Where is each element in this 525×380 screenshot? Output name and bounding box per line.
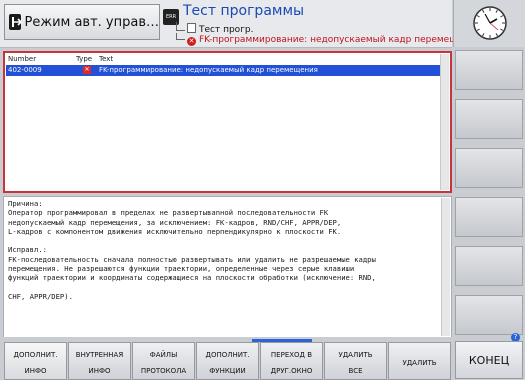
- softkey-line2: ВСЕ: [348, 367, 363, 375]
- control-screen: Режим авт. управ… ERR Тест программы Тес…: [0, 0, 525, 380]
- column-number: Number: [8, 55, 37, 63]
- info-scrollbar[interactable]: [441, 198, 450, 336]
- softkey-line2: ИНФО: [24, 367, 47, 375]
- vertical-softkey-bar: [453, 48, 525, 336]
- error-number: 402-0009: [8, 66, 42, 74]
- softkey-line1: ВНУТРЕННАЯ: [75, 351, 124, 359]
- error-text: FK-программирование: недопускаемый кадр …: [99, 66, 318, 74]
- table-row[interactable]: 402-0009 ✕ FK-программирование: недопуск…: [6, 65, 441, 76]
- softkey-line2: ДРУГ.ОКНО: [270, 367, 313, 375]
- exit-icon: [9, 14, 23, 30]
- table-scrollbar[interactable]: [440, 54, 449, 190]
- vertical-softkey-1[interactable]: [455, 50, 523, 90]
- mode-label: Режим авт. управ…: [24, 14, 159, 30]
- softkey-internal-info[interactable]: ВНУТРЕННАЯ ИНФО: [68, 342, 131, 380]
- softkey-line2: ФУНКЦИИ: [209, 367, 246, 375]
- tree-branch-icon: [176, 22, 185, 31]
- vertical-softkey-2[interactable]: [455, 99, 523, 139]
- status-header: Режим авт. управ… ERR Тест программы Тес…: [0, 0, 480, 48]
- error-icon: ✕: [187, 37, 196, 46]
- softkey-log-files[interactable]: ФАЙЛЫ ПРОТОКОЛА: [132, 342, 195, 380]
- softkey-line2: ИНФО: [88, 367, 111, 375]
- file-icon: [187, 23, 196, 33]
- clock-panel: [453, 0, 525, 47]
- column-type: Type: [76, 55, 93, 63]
- end-button[interactable]: КОНЕЦ: [455, 341, 523, 379]
- softkey-delete-all[interactable]: УДАЛИТЬ ВСЕ: [324, 342, 387, 380]
- softkey-line1: ДОПОЛНИТ.: [13, 351, 58, 359]
- program-title: Тест программы: [183, 3, 305, 19]
- softkey-line1: ДОПОЛНИТ.: [205, 351, 250, 359]
- program-error-line: ✕ FK-программирование: недопускаемый кадр…: [176, 33, 480, 46]
- column-text: Text: [99, 55, 114, 63]
- table-header: Number Type Text: [6, 54, 441, 65]
- vertical-softkey-6[interactable]: [455, 295, 523, 335]
- softkey-line1: ПЕРЕХОД В: [270, 351, 313, 359]
- softkey-more-info[interactable]: ДОПОЛНИТ. ИНФО: [4, 342, 67, 380]
- error-info-panel: Причина: Оператор программировал в преде…: [3, 196, 452, 338]
- softkey-bar: ДОПОЛНИТ. ИНФО ВНУТРЕННАЯ ИНФО ФАЙЛЫ ПРО…: [0, 337, 525, 380]
- vertical-softkey-5[interactable]: [455, 246, 523, 286]
- tree-branch-icon: [176, 33, 185, 40]
- softkey-delete[interactable]: УДАЛИТЬ: [388, 342, 451, 380]
- error-info-text: Причина: Оператор программировал в преде…: [8, 199, 376, 301]
- error-table: Number Type Text 402-0009 ✕ FK-программи…: [3, 51, 452, 193]
- vertical-softkey-4[interactable]: [455, 197, 523, 237]
- mode-selector[interactable]: Режим авт. управ…: [4, 4, 160, 40]
- softkey-line1: ФАЙЛЫ: [149, 351, 178, 359]
- clock-icon: [473, 6, 507, 40]
- softkey-line1: УДАЛИТЬ: [402, 359, 437, 367]
- softkey-more-functions[interactable]: ДОПОЛНИТ. ФУНКЦИИ: [196, 342, 259, 380]
- vertical-softkey-3[interactable]: [455, 148, 523, 188]
- softkey-page-indicator: [252, 339, 312, 342]
- error-x-icon: ✕: [83, 66, 91, 74]
- program-error: FK-программирование: недопускаемый кадр …: [199, 35, 481, 45]
- softkey-line1: УДАЛИТЬ: [338, 351, 373, 359]
- softkey-switch-window[interactable]: ПЕРЕХОД В ДРУГ.ОКНО: [260, 342, 323, 380]
- softkey-line2: ПРОТОКОЛА: [140, 367, 187, 375]
